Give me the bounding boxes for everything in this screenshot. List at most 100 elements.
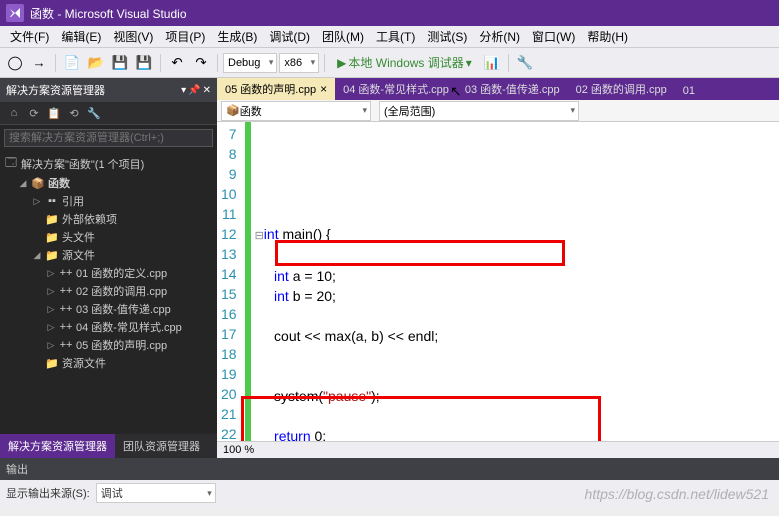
solution-tree: 🗔解决方案"函数"(1 个项目) ◢📦函数 ▷▪▪引用 📁外部依赖项 📁头文件 …	[0, 151, 217, 434]
nav-back-button[interactable]: ◯	[4, 52, 26, 74]
sources-node[interactable]: ◢📁源文件	[0, 246, 217, 264]
start-debug-button[interactable]: ▶本地 Windows 调试器 ▾	[330, 52, 479, 74]
save-all-button[interactable]: 💾	[133, 52, 155, 74]
sync-icon[interactable]: ⟳	[26, 105, 42, 121]
file-node[interactable]: ▷++03 函数-值传递.cpp	[0, 300, 217, 318]
refresh-icon[interactable]: ⟲	[66, 105, 82, 121]
menu-team[interactable]: 团队(M)	[316, 26, 370, 47]
solution-explorer-panel: 解决方案资源管理器 ▾📌✕ ⌂ ⟳ 📋 ⟲ 🔧 🗔解决方案"函数"(1 个项目)…	[0, 78, 217, 458]
editor-tab[interactable]: 02 函数的调用.cpp	[568, 78, 675, 100]
separator	[160, 54, 161, 72]
refs-icon: ▪▪	[45, 195, 59, 207]
editor-tab[interactable]: 05 函数的声明.cpp×	[217, 78, 335, 100]
menu-test[interactable]: 测试(S)	[421, 26, 473, 47]
output-panel: 输出 显示输出来源(S): 调试	[0, 458, 779, 506]
output-toolbar: 显示输出来源(S): 调试	[0, 480, 779, 506]
project-icon: 📦	[31, 177, 45, 190]
close-icon[interactable]: ✕	[203, 85, 211, 96]
panel-menu-icon[interactable]: 📌	[188, 85, 200, 96]
code-content[interactable]: ⊟int main() { int a = 10; int b = 20; co…	[251, 122, 779, 441]
context-bar: 📦 函数 (全局范围)	[217, 100, 779, 122]
line-gutter: 7891011121314151617181920212223	[217, 122, 245, 441]
menu-window[interactable]: 窗口(W)	[526, 26, 581, 47]
tool-misc2[interactable]: 🔧	[514, 52, 536, 74]
menu-analyze[interactable]: 分析(N)	[473, 26, 526, 47]
separator	[324, 54, 325, 72]
headers-node[interactable]: 📁头文件	[0, 228, 217, 246]
editor-tabs: 05 函数的声明.cpp× 04 函数-常见样式.cpp 03 函数-值传递.c…	[217, 78, 779, 100]
window-title: 函数 - Microsoft Visual Studio	[30, 5, 187, 22]
output-title: 输出	[0, 458, 779, 480]
save-button[interactable]: 💾	[109, 52, 131, 74]
folder-icon: 📁	[45, 213, 59, 226]
home-icon[interactable]: ⌂	[6, 105, 22, 121]
redo-button[interactable]: ↷	[190, 52, 212, 74]
tab-solution-explorer[interactable]: 解决方案资源管理器	[0, 434, 115, 458]
cpp-icon: ++	[59, 285, 73, 297]
separator	[55, 54, 56, 72]
menu-debug[interactable]: 调试(D)	[263, 26, 316, 47]
menu-project[interactable]: 项目(P)	[159, 26, 211, 47]
vs-logo-icon	[6, 4, 24, 22]
search-box	[4, 129, 213, 147]
tool-icon[interactable]: 📋	[46, 105, 62, 121]
file-node[interactable]: ▷++05 函数的声明.cpp	[0, 336, 217, 354]
file-node[interactable]: ▷++04 函数-常见样式.cpp	[0, 318, 217, 336]
menu-build[interactable]: 生成(B)	[211, 26, 263, 47]
search-input[interactable]	[4, 129, 213, 147]
file-node[interactable]: ▷++01 函数的定义.cpp	[0, 264, 217, 282]
resources-node[interactable]: 📁资源文件	[0, 354, 217, 372]
cpp-icon: ++	[59, 267, 73, 279]
cpp-icon: ++	[59, 303, 73, 315]
code-editor[interactable]: 7891011121314151617181920212223 ⊟int mai…	[217, 122, 779, 441]
new-button[interactable]: 📄	[61, 52, 83, 74]
tool-misc1[interactable]: 📊	[481, 52, 503, 74]
panel-title: 解决方案资源管理器 ▾📌✕	[0, 78, 217, 102]
menu-edit[interactable]: 编辑(E)	[55, 26, 107, 47]
editor-area: 05 函数的声明.cpp× 04 函数-常见样式.cpp 03 函数-值传递.c…	[217, 78, 779, 458]
folder-icon: 📁	[45, 231, 59, 244]
tab-team-explorer[interactable]: 团队资源管理器	[115, 434, 208, 458]
play-icon: ▶	[337, 56, 346, 70]
refs-node[interactable]: ▷▪▪引用	[0, 192, 217, 210]
props-icon[interactable]: 🔧	[86, 105, 102, 121]
file-node[interactable]: ▷++02 函数的调用.cpp	[0, 282, 217, 300]
folder-icon: 📁	[45, 249, 59, 262]
titlebar: 函数 - Microsoft Visual Studio	[0, 0, 779, 26]
scope-project-dropdown[interactable]: 📦 函数	[221, 101, 371, 121]
menubar: 文件(F) 编辑(E) 视图(V) 项目(P) 生成(B) 调试(D) 团队(M…	[0, 26, 779, 48]
cpp-icon: ++	[59, 339, 73, 351]
editor-tab[interactable]: 03 函数-值传递.cpp	[457, 78, 568, 100]
separator	[508, 54, 509, 72]
cpp-icon: ++	[59, 321, 73, 333]
menu-view[interactable]: 视图(V)	[107, 26, 159, 47]
config-dropdown[interactable]: Debug	[223, 53, 277, 73]
main-toolbar: ◯ → 📄 📂 💾 💾 ↶ ↷ Debug x86 ▶本地 Windows 调试…	[0, 48, 779, 78]
menu-file[interactable]: 文件(F)	[4, 26, 55, 47]
undo-button[interactable]: ↶	[166, 52, 188, 74]
editor-tab[interactable]: 01	[675, 82, 703, 100]
separator	[217, 54, 218, 72]
output-source-dropdown[interactable]: 调试	[96, 483, 216, 503]
open-button[interactable]: 📂	[85, 52, 107, 74]
project-node[interactable]: ◢📦函数	[0, 174, 217, 192]
expand-icon[interactable]: ◢	[32, 250, 42, 261]
solution-icon: 🗔	[4, 154, 18, 173]
folder-icon: 📁	[45, 357, 59, 370]
external-node[interactable]: 📁外部依赖项	[0, 210, 217, 228]
zoom-status[interactable]: 100 %	[217, 441, 779, 458]
expand-icon[interactable]: ◢	[18, 178, 28, 189]
close-icon[interactable]: ×	[320, 82, 327, 96]
expand-icon[interactable]: ▷	[32, 196, 42, 207]
output-source-label: 显示输出来源(S):	[6, 485, 90, 501]
scope-global-dropdown[interactable]: (全局范围)	[379, 101, 579, 121]
panel-toolbar: ⌂ ⟳ 📋 ⟲ 🔧	[0, 102, 217, 125]
panel-title-text: 解决方案资源管理器	[6, 82, 105, 98]
menu-help[interactable]: 帮助(H)	[581, 26, 634, 47]
solution-node[interactable]: 🗔解决方案"函数"(1 个项目)	[0, 153, 217, 174]
pin-icon[interactable]: ▾	[181, 85, 186, 96]
editor-tab[interactable]: 04 函数-常见样式.cpp	[335, 78, 457, 100]
menu-tools[interactable]: 工具(T)	[370, 26, 421, 47]
nav-fwd-button[interactable]: →	[28, 52, 50, 74]
platform-dropdown[interactable]: x86	[279, 53, 319, 73]
